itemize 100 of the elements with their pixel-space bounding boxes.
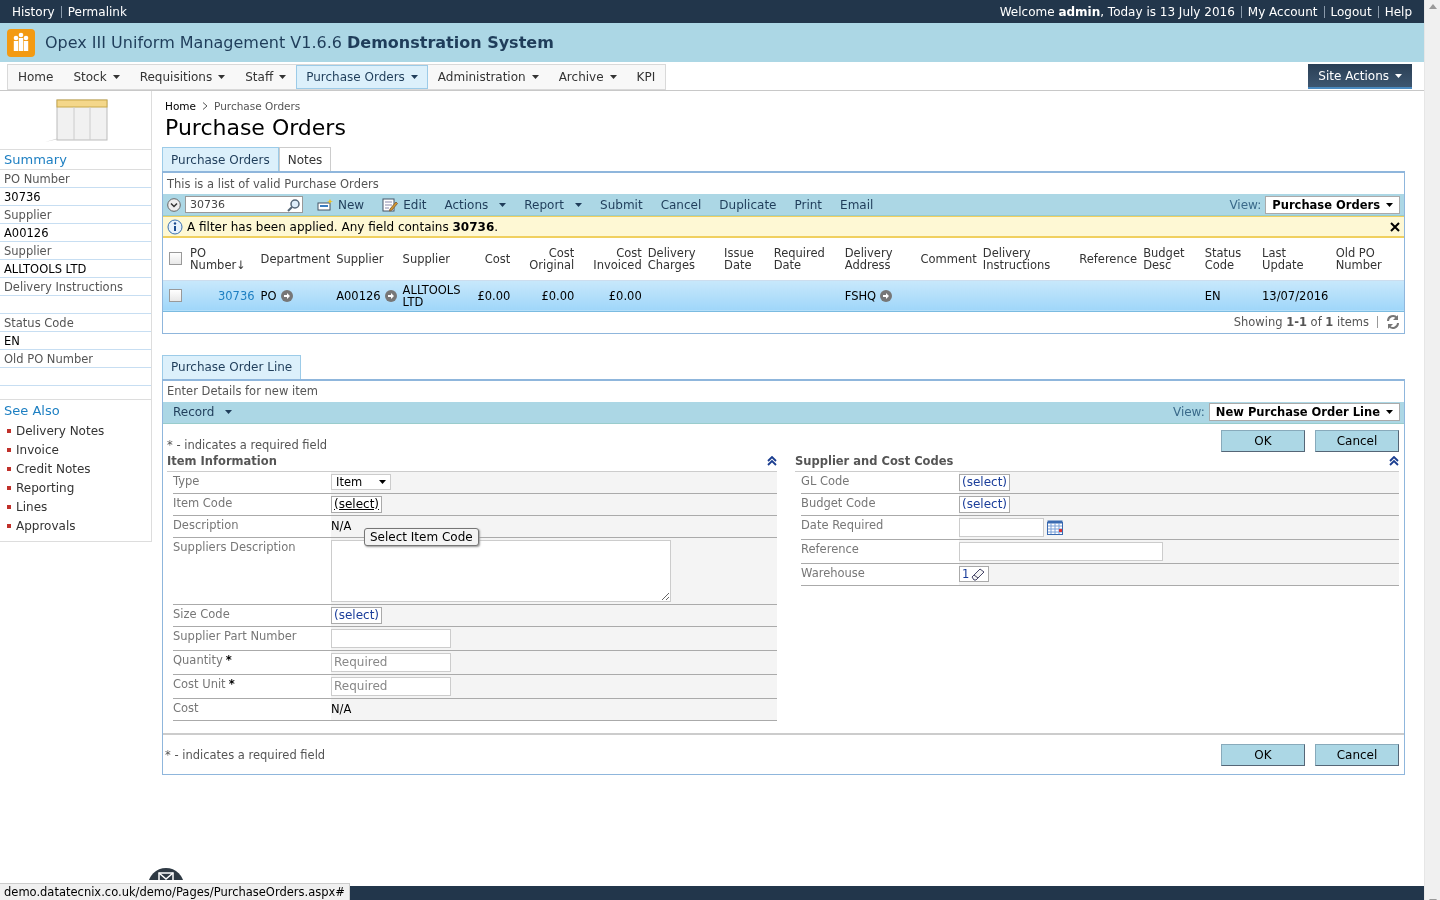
tab[interactable]: Notes <box>278 147 332 171</box>
warehouse-field[interactable]: 1 <box>959 566 990 582</box>
scroll-up-icon[interactable] <box>1428 4 1437 9</box>
form-button[interactable]: OK <box>1221 743 1305 766</box>
caret-icon <box>112 75 120 79</box>
toolbar-button[interactable]: Cancel <box>660 197 702 212</box>
required-mark: * <box>225 653 232 667</box>
arrow-right-icon[interactable] <box>280 289 293 302</box>
nav-item[interactable]: Archive <box>548 65 627 89</box>
select-link[interactable]: (select) <box>959 473 1011 491</box>
refresh-icon[interactable] <box>1386 314 1400 330</box>
search-field[interactable]: 30736 <box>185 196 303 213</box>
row-checkbox[interactable] <box>168 289 182 302</box>
calendar-icon[interactable] <box>1047 519 1063 535</box>
column-header[interactable]: Cost Original <box>513 238 578 280</box>
nav-item[interactable]: Administration <box>427 65 549 89</box>
see-also-link[interactable]: Approvals <box>16 518 76 533</box>
top-link[interactable]: History <box>12 4 55 19</box>
input-field[interactable] <box>331 628 451 648</box>
caret-icon <box>218 75 226 79</box>
caret-icon <box>1386 202 1393 207</box>
see-also-link[interactable]: Lines <box>16 499 48 514</box>
nav-item[interactable]: Staff <box>235 65 297 89</box>
toolbar-button[interactable]: Duplicate <box>719 197 777 212</box>
caret-icon <box>1395 73 1402 78</box>
see-also-link[interactable]: Credit Notes <box>16 461 91 476</box>
tab[interactable]: Purchase Orders <box>162 147 279 171</box>
column-header[interactable]: Issue Date <box>721 238 771 280</box>
toolbar-button[interactable]: Actions <box>444 197 507 212</box>
field-label: Warehouse <box>801 566 865 580</box>
tab[interactable]: Purchase Order Line <box>162 354 302 379</box>
type-dropdown[interactable]: Item <box>331 474 391 490</box>
see-also-link[interactable]: Invoice <box>16 442 59 457</box>
column-header[interactable]: Status Code <box>1201 238 1260 280</box>
top-link[interactable]: Help <box>1384 4 1412 19</box>
see-also-link[interactable]: Reporting <box>16 480 75 495</box>
view-label: View: <box>1172 405 1205 419</box>
column-header[interactable]: Comment <box>917 238 980 280</box>
top-link[interactable]: My Account <box>1247 4 1318 19</box>
column-header[interactable]: Required Date <box>770 238 842 280</box>
arrow-right-icon[interactable] <box>384 289 397 302</box>
summary-label: Supplier <box>0 242 151 260</box>
column-header[interactable]: Cost Invoiced <box>577 238 645 280</box>
close-icon[interactable] <box>1390 221 1400 232</box>
column-header[interactable]: Department <box>257 238 334 280</box>
column-header[interactable]: Old PO Number <box>1332 238 1404 280</box>
select-link[interactable]: (select) <box>959 495 1011 513</box>
input-field[interactable] <box>959 541 1163 561</box>
toolbar-button[interactable]: Submit <box>600 197 643 212</box>
table-row[interactable]: 30736 PO A00126 ALLTOOLS LTD £0.00 £0.00 £0.00 FSHQ EN 13/07/2016 <box>163 280 1404 311</box>
collapse-icon[interactable] <box>1389 456 1399 466</box>
column-header[interactable]: Delivery Charges <box>644 238 722 280</box>
column-header[interactable]: PO Number↓ <box>187 238 258 280</box>
toolbar-button[interactable]: New <box>317 197 365 212</box>
toolbar-button[interactable]: Print <box>794 197 823 212</box>
column-header[interactable]: Supplier <box>333 238 400 280</box>
nav-item[interactable]: Home <box>8 65 64 89</box>
collapse-icon[interactable] <box>767 456 777 466</box>
form-button[interactable]: Cancel <box>1315 743 1399 766</box>
search-icon[interactable] <box>287 197 301 212</box>
column-header[interactable]: Cost <box>474 238 514 280</box>
select-link[interactable]: (select) <box>331 495 383 513</box>
bullet-icon <box>7 447 11 452</box>
select-all-checkbox[interactable] <box>168 252 182 266</box>
toolbar-button[interactable]: Edit <box>382 197 427 212</box>
arrow-right-icon[interactable] <box>880 289 893 302</box>
top-link[interactable]: Permalink <box>67 4 127 19</box>
chevron-down-icon[interactable] <box>167 197 181 212</box>
column-header[interactable]: Reference <box>1076 238 1141 280</box>
form-button[interactable]: Cancel <box>1315 429 1399 452</box>
column-header[interactable]: Supplier <box>399 238 475 280</box>
summary-value: 30736 <box>0 188 151 206</box>
column-header[interactable]: Delivery Instructions <box>979 238 1077 280</box>
date-field[interactable] <box>959 517 1044 537</box>
summary-label: Delivery Instructions <box>0 278 151 296</box>
toolbar-button[interactable]: Email <box>840 197 874 212</box>
nav-item[interactable]: KPI <box>626 65 666 89</box>
view-dropdown[interactable]: New Purchase Order Line <box>1208 403 1400 421</box>
site-actions-button[interactable]: Site Actions <box>1308 64 1412 89</box>
select-link[interactable]: (select) <box>331 606 383 624</box>
form-button[interactable]: OK <box>1221 429 1305 452</box>
column-header[interactable]: Delivery Address <box>841 238 918 280</box>
toolbar-button[interactable]: Report <box>524 197 583 212</box>
caret-icon <box>1386 410 1393 414</box>
info-icon <box>167 218 183 235</box>
input-field[interactable]: Required <box>331 676 451 696</box>
top-link[interactable]: Logout <box>1330 4 1372 19</box>
see-also-link[interactable]: Delivery Notes <box>16 423 105 438</box>
record-menu[interactable]: Record <box>173 405 233 419</box>
logo-icon <box>7 28 35 57</box>
input-field[interactable]: Required <box>331 652 451 672</box>
eraser-icon[interactable] <box>970 567 987 581</box>
nav-item[interactable]: Stock <box>63 65 130 89</box>
nav-item[interactable]: Purchase Orders <box>296 65 428 89</box>
column-header[interactable]: Budget Desc <box>1140 238 1202 280</box>
summary-value: A00126 <box>0 224 151 242</box>
column-header[interactable]: Last Update <box>1259 238 1333 280</box>
view-dropdown[interactable]: Purchase Orders <box>1265 195 1400 214</box>
breadcrumb-link[interactable]: Home <box>165 100 196 112</box>
nav-item[interactable]: Requisitions <box>129 65 236 89</box>
